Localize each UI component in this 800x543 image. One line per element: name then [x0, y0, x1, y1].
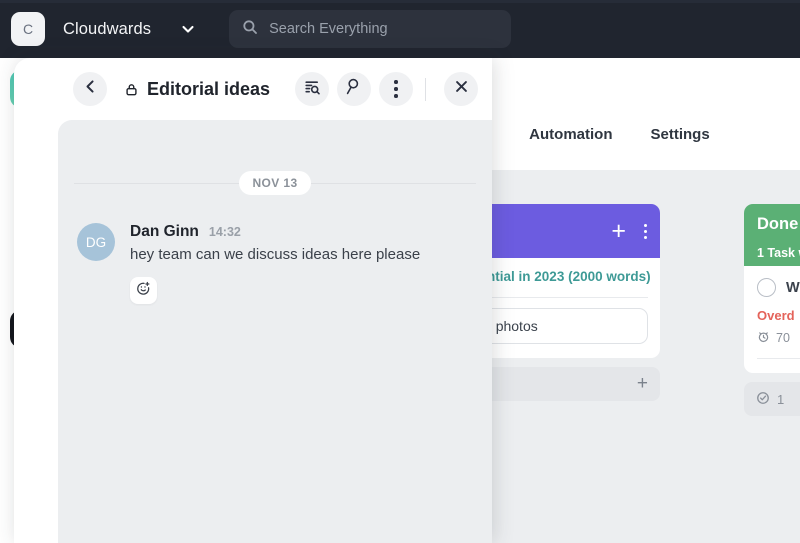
message-list[interactable]: NOV 13 DG Dan Ginn 14:32 hey team can we… [58, 120, 492, 543]
chevron-left-icon [82, 78, 99, 100]
task-complete-checkbox[interactable] [757, 278, 776, 297]
tab-settings[interactable]: Settings [651, 126, 710, 143]
search-input[interactable]: Search Everything [229, 10, 512, 48]
done-count: 1 [777, 391, 785, 407]
lock-icon [124, 82, 139, 97]
divider [757, 358, 800, 359]
avatar[interactable]: DG [77, 223, 115, 261]
avatar-initials: DG [85, 234, 107, 250]
column-footer-add-label: + [636, 373, 648, 395]
alarm-clock-icon [757, 330, 770, 346]
back-button[interactable] [73, 72, 107, 106]
message-body: Dan Ginn 14:32 hey team can we discuss i… [130, 223, 420, 304]
done-column-footer[interactable]: 1 [744, 382, 800, 416]
search-in-conversation-button[interactable] [295, 72, 329, 106]
app-window: C Cloudwards Search Everything d Automat… [0, 0, 800, 543]
board-column-done: Done 1 Task w W Overd 70 [744, 204, 800, 416]
done-column-header: Done 1 Task w [744, 204, 800, 266]
check-circle-icon [756, 391, 770, 408]
pin-conversation-button[interactable] [337, 72, 371, 106]
message-timestamp: 14:32 [208, 225, 241, 239]
add-task-button[interactable]: + [611, 218, 626, 244]
conversation-panel: Editorial ideas NOV 13 DG Dan Ginn 14:32… [14, 58, 492, 543]
search-icon [242, 19, 258, 40]
workspace-avatar[interactable]: C [11, 12, 45, 46]
vertical-dots-icon [394, 80, 398, 98]
conversation-title: Editorial ideas [147, 78, 271, 99]
done-column-subtitle: 1 Task w [757, 246, 800, 260]
message-text: hey team can we discuss ideas here pleas… [130, 246, 421, 263]
close-icon [453, 78, 470, 100]
done-task-row: W [757, 278, 800, 297]
message-meta: Dan Ginn 14:32 [130, 223, 420, 241]
done-column-title: Done [757, 215, 799, 233]
status-badge: Overd [757, 308, 795, 323]
list-search-icon [303, 78, 321, 101]
search-placeholder: Search Everything [269, 21, 388, 37]
top-bar: C Cloudwards Search Everything [0, 0, 800, 58]
conversation-panel-inner: Editorial ideas NOV 13 DG Dan Ginn 14:32… [14, 58, 492, 543]
conversation-header: Editorial ideas [14, 58, 492, 120]
close-panel-button[interactable] [444, 72, 478, 106]
add-reaction-button[interactable] [130, 277, 157, 304]
workspace-name[interactable]: Cloudwards [63, 20, 151, 39]
top-bar-accent [0, 0, 800, 3]
column-more-icon[interactable] [644, 223, 647, 239]
workspace-avatar-initial: C [22, 21, 34, 37]
tab-automation[interactable]: Automation [529, 126, 612, 143]
done-task-card[interactable]: W Overd 70 [744, 266, 800, 373]
pin-icon [345, 78, 363, 101]
add-reaction-icon [136, 281, 151, 301]
due-date-label: 70 [776, 331, 790, 345]
more-options-button[interactable] [379, 72, 413, 106]
day-divider: NOV 13 [58, 170, 492, 196]
message-author[interactable]: Dan Ginn [130, 223, 199, 241]
conversation-header-actions [287, 72, 492, 106]
done-task-title: W [786, 279, 800, 296]
message-item: DG Dan Ginn 14:32 hey team can we discus… [58, 196, 492, 304]
chevron-down-icon[interactable] [179, 20, 197, 38]
divider [425, 77, 426, 101]
day-divider-label: NOV 13 [239, 171, 311, 195]
due-date-row: 70 [757, 330, 800, 346]
